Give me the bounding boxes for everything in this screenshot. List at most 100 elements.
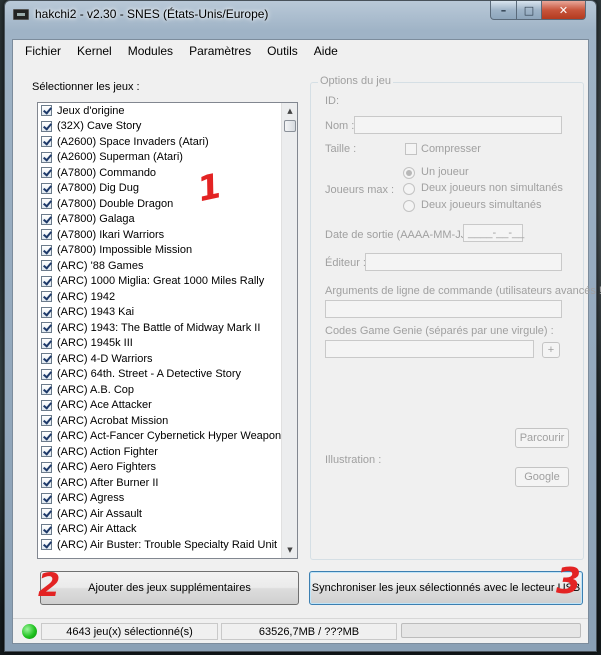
- game-checkbox[interactable]: [41, 430, 52, 442]
- game-list-scrollbar[interactable]: ▲ ▼: [281, 103, 297, 558]
- game-checkbox[interactable]: [41, 415, 52, 427]
- game-title: (ARC) 1943 Kai: [57, 306, 135, 319]
- game-checkbox[interactable]: [41, 167, 52, 179]
- players-label: Joueurs max :: [325, 184, 395, 196]
- close-button[interactable]: ✕: [541, 1, 586, 20]
- game-list-item[interactable]: (ARC) Agress: [38, 491, 297, 507]
- scroll-down-icon[interactable]: ▼: [282, 542, 297, 558]
- game-list-item[interactable]: (ARC) '88 Games: [38, 258, 297, 274]
- game-title: (ARC) 1945k III: [57, 337, 133, 350]
- game-checkbox[interactable]: [41, 353, 52, 365]
- game-checkbox[interactable]: [41, 182, 52, 194]
- game-list-item[interactable]: (A7800) Ikari Warriors: [38, 227, 297, 243]
- game-checkbox[interactable]: [41, 523, 52, 535]
- game-list-item[interactable]: (ARC) After Burner II: [38, 475, 297, 491]
- game-list-item[interactable]: (ARC) Acrobat Mission: [38, 413, 297, 429]
- game-checkbox[interactable]: [41, 461, 52, 473]
- add-games-button[interactable]: Ajouter des jeux supplémentaires: [40, 571, 299, 605]
- game-checkbox[interactable]: [41, 275, 52, 287]
- game-list-item[interactable]: (A7800) Commando: [38, 165, 297, 181]
- maximize-button[interactable]: □: [516, 1, 542, 20]
- game-checkbox[interactable]: [41, 539, 52, 551]
- game-checkbox[interactable]: [41, 229, 52, 241]
- game-list-item[interactable]: Jeux d'origine: [38, 103, 297, 119]
- game-title: (A7800) Double Dragon: [57, 197, 174, 210]
- game-checkbox[interactable]: [41, 260, 52, 272]
- game-list-item[interactable]: (ARC) 1942: [38, 289, 297, 305]
- game-list-item[interactable]: (ARC) Aero Fighters: [38, 460, 297, 476]
- menu-parametres[interactable]: Paramètres: [181, 41, 259, 61]
- game-list-item[interactable]: (ARC) Action Fighter: [38, 444, 297, 460]
- game-checkbox[interactable]: [41, 198, 52, 210]
- game-checkbox[interactable]: [41, 306, 52, 318]
- menu-modules[interactable]: Modules: [120, 41, 181, 61]
- game-list-item[interactable]: (A2600) Superman (Atari): [38, 150, 297, 166]
- game-checkbox[interactable]: [41, 477, 52, 489]
- game-list-item[interactable]: (A7800) Dig Dug: [38, 181, 297, 197]
- game-checkbox[interactable]: [41, 322, 52, 334]
- game-list[interactable]: Jeux d'origine (32X) Cave Story (A2600) Sp…: [37, 102, 298, 559]
- game-checkbox[interactable]: [41, 446, 52, 458]
- game-checkbox[interactable]: [41, 244, 52, 256]
- game-checkbox[interactable]: [41, 384, 52, 396]
- game-list-item[interactable]: (A7800) Galaga: [38, 212, 297, 228]
- game-list-item[interactable]: (ARC) Air Buster: Trouble Specialty Raid…: [38, 537, 297, 553]
- game-list-item[interactable]: (ARC) 1943: The Battle of Midway Mark II: [38, 320, 297, 336]
- game-list-item[interactable]: (ARC) Air Attack: [38, 522, 297, 538]
- game-list-item[interactable]: (ARC) 1945k III: [38, 336, 297, 352]
- menu-aide[interactable]: Aide: [306, 41, 346, 61]
- game-list-item[interactable]: (ARC) 1000 Miglia: Great 1000 Miles Rall…: [38, 274, 297, 290]
- arguments-field[interactable]: [325, 300, 562, 318]
- add-genie-button[interactable]: +: [542, 342, 560, 358]
- game-checkbox[interactable]: [41, 399, 52, 411]
- release-date-field[interactable]: ____-__-__: [463, 224, 524, 242]
- publisher-field[interactable]: [365, 253, 562, 271]
- game-checkbox[interactable]: [41, 105, 52, 117]
- game-list-item[interactable]: (A2600) Space Invaders (Atari): [38, 134, 297, 150]
- game-checkbox[interactable]: [41, 136, 52, 148]
- game-list-item[interactable]: (ARC) 4-D Warriors: [38, 351, 297, 367]
- radio-two-players-simultaneous[interactable]: [403, 200, 415, 212]
- game-title: (ARC) Action Fighter: [57, 445, 158, 458]
- game-list-item[interactable]: (ARC) Act-Fancer Cybernetick Hyper Weapo…: [38, 429, 297, 445]
- sync-button[interactable]: Synchroniser les jeux sélectionnés avec …: [309, 571, 583, 605]
- menu-kernel[interactable]: Kernel: [69, 41, 120, 61]
- game-title: (ARC) Air Buster: Trouble Specialty Raid…: [57, 538, 278, 551]
- menu-outils[interactable]: Outils: [259, 41, 306, 61]
- google-button[interactable]: Google: [515, 467, 569, 487]
- scroll-thumb[interactable]: [284, 120, 296, 132]
- game-list-label: Sélectionner les jeux :: [32, 81, 140, 93]
- radio-two-players-alternating[interactable]: [403, 183, 415, 195]
- radio-one-player[interactable]: [403, 167, 415, 179]
- scroll-up-icon[interactable]: ▲: [282, 103, 297, 119]
- game-title: (A7800) Galaga: [57, 213, 135, 226]
- game-list-item[interactable]: (A7800) Impossible Mission: [38, 243, 297, 259]
- game-checkbox[interactable]: [41, 291, 52, 303]
- game-checkbox[interactable]: [41, 120, 52, 132]
- browse-button[interactable]: Parcourir: [515, 428, 569, 448]
- menu-fichier[interactable]: Fichier: [17, 41, 69, 61]
- game-genie-field[interactable]: [325, 340, 534, 358]
- game-title: (A7800) Commando: [57, 166, 157, 179]
- game-list-item[interactable]: (ARC) 1943 Kai: [38, 305, 297, 321]
- game-list-item[interactable]: (ARC) Air Assault: [38, 506, 297, 522]
- game-list-item[interactable]: (ARC) A.B. Cop: [38, 382, 297, 398]
- game-checkbox[interactable]: [41, 492, 52, 504]
- game-checkbox[interactable]: [41, 213, 52, 225]
- game-checkbox[interactable]: [41, 151, 52, 163]
- game-checkbox[interactable]: [41, 508, 52, 520]
- compress-checkbox[interactable]: [405, 143, 417, 155]
- game-title: (ARC) Air Assault: [57, 507, 142, 520]
- name-field[interactable]: [354, 116, 562, 134]
- game-title: (ARC) Act-Fancer Cybernetick Hyper Weapo…: [57, 430, 282, 443]
- minimize-button[interactable]: –: [490, 1, 517, 20]
- game-list-item[interactable]: (ARC) 64th. Street - A Detective Story: [38, 367, 297, 383]
- game-list-item[interactable]: (32X) Cave Story: [38, 119, 297, 135]
- game-list-item[interactable]: (ARC) Ace Attacker: [38, 398, 297, 414]
- game-list-item[interactable]: (A7800) Double Dragon: [38, 196, 297, 212]
- game-checkbox[interactable]: [41, 368, 52, 380]
- game-checkbox[interactable]: [41, 337, 52, 349]
- game-title: (ARC) 1942: [57, 290, 116, 303]
- size-readout: 63526,7MB / ???MB: [221, 623, 397, 640]
- radio-two-players-simultaneous-label: Deux joueurs simultanés: [421, 199, 542, 211]
